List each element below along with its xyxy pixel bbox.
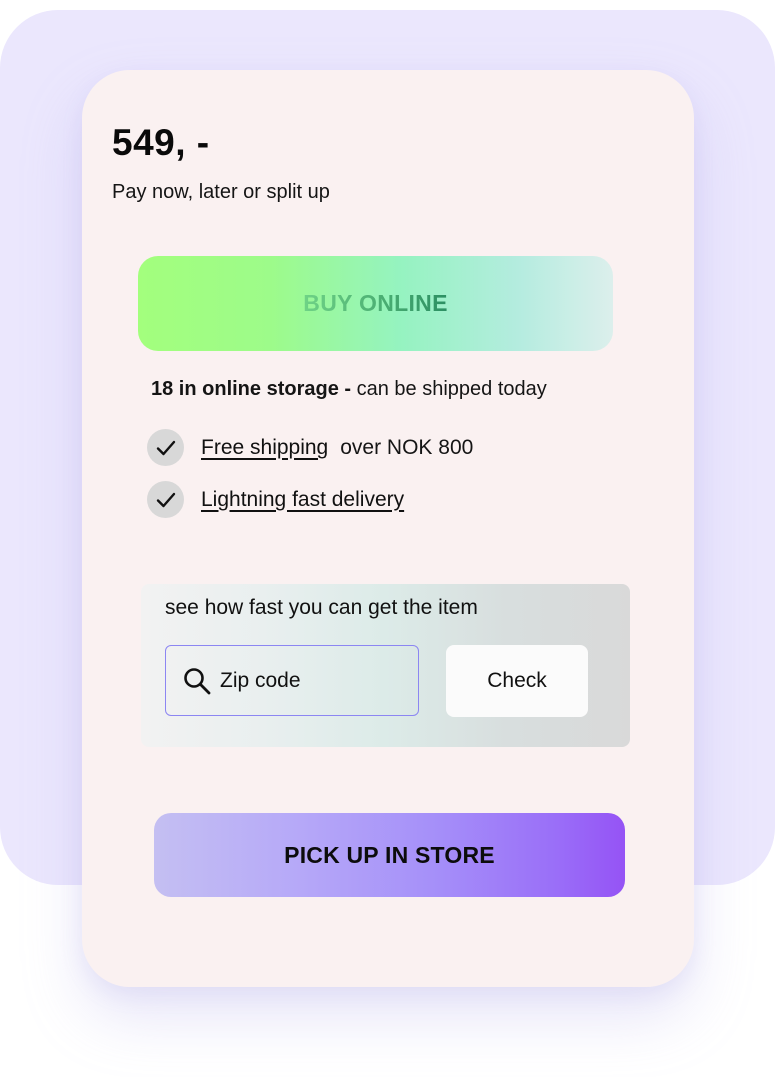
free-shipping-condition: over NOK 800: [340, 435, 474, 459]
check-button[interactable]: Check: [446, 645, 588, 717]
fast-delivery-link[interactable]: Lightning fast delivery: [201, 488, 404, 512]
feature-free-shipping: Free shipping over NOK 800: [147, 429, 473, 466]
zip-code-input[interactable]: [220, 668, 400, 693]
price: 549, -: [112, 122, 210, 163]
buy-online-label: BUY ONLINE: [303, 290, 448, 316]
pick-up-in-store-label: PICK UP IN STORE: [284, 841, 495, 868]
stock-count: 18 in online storage -: [151, 378, 352, 400]
shipping-note: can be shipped today: [356, 378, 547, 400]
delivery-check-title: see how fast you can get the item: [165, 596, 478, 619]
payment-note: Pay now, later or split up: [112, 181, 330, 203]
delivery-check-panel: see how fast you can get the item Check: [141, 584, 630, 747]
pick-up-in-store-button[interactable]: PICK UP IN STORE: [154, 813, 625, 897]
zip-code-field[interactable]: [165, 645, 419, 716]
checkmark-icon: [147, 481, 184, 518]
free-shipping-link[interactable]: Free shipping: [201, 436, 328, 460]
purchase-card: 549, - Pay now, later or split up BUY ON…: [82, 70, 694, 987]
buy-online-button[interactable]: BUY ONLINE: [138, 256, 613, 351]
stock-status: 18 in online storage - can be shipped to…: [151, 378, 547, 401]
checkmark-icon: [147, 429, 184, 466]
feature-fast-delivery: Lightning fast delivery: [147, 481, 404, 518]
search-icon: [182, 666, 212, 696]
